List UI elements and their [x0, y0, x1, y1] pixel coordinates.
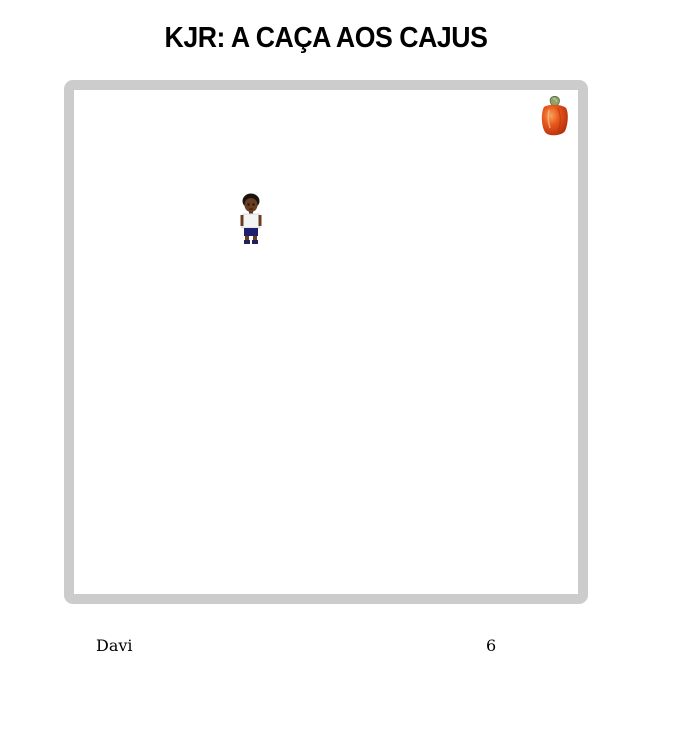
game-title: KJR: A CAÇA AOS CAJUS [164, 22, 488, 54]
cashew-icon [541, 95, 568, 136]
game-board[interactable] [64, 80, 588, 604]
score-value: 6 [486, 636, 497, 655]
player-name: Davi [96, 636, 133, 655]
player-character [240, 193, 262, 244]
